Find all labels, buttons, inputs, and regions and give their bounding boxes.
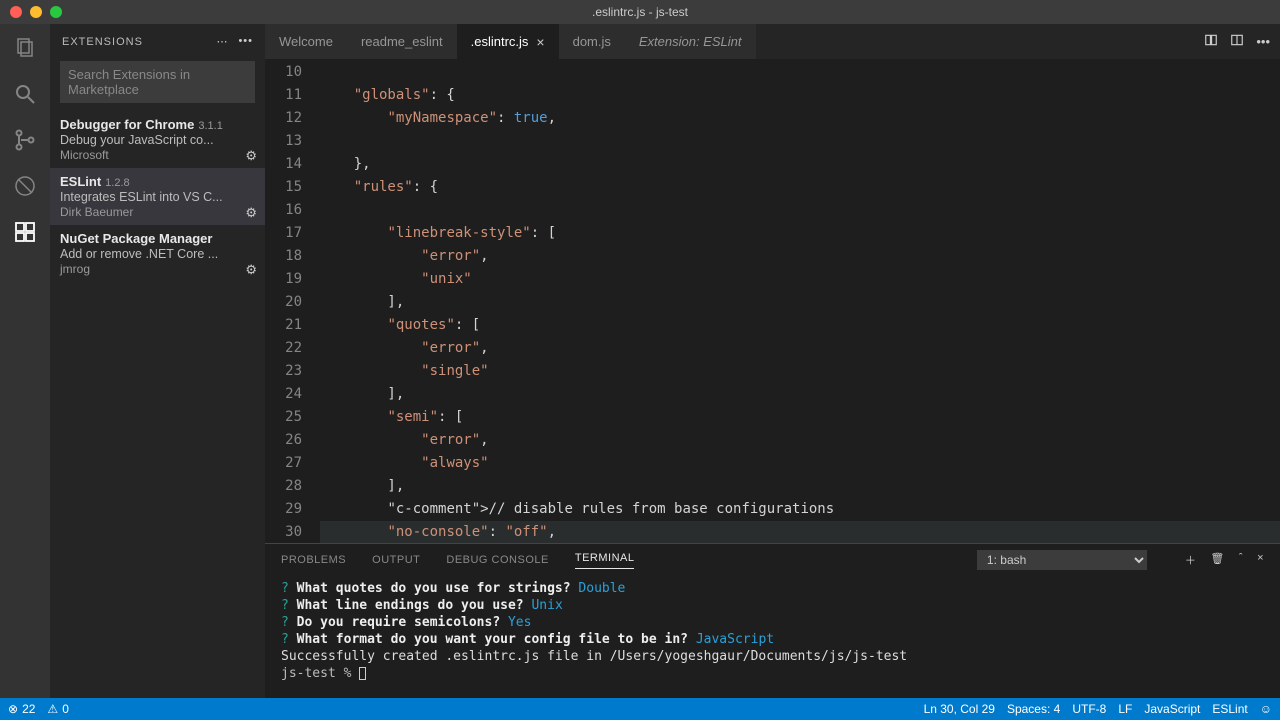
debug-icon[interactable]: [11, 172, 39, 200]
kill-terminal-icon[interactable]: 🗑: [1210, 552, 1224, 568]
tab-extension-eslint[interactable]: Extension: ESLint: [625, 24, 756, 59]
tab-eslintrc[interactable]: .eslintrc.js×: [457, 24, 559, 59]
search-extensions-input[interactable]: Search Extensions in Marketplace: [60, 61, 255, 103]
maximize-panel-icon[interactable]: ˆ: [1239, 552, 1243, 568]
explorer-icon[interactable]: [11, 34, 39, 62]
extension-item-nuget[interactable]: NuGet Package Manager Add or remove .NET…: [50, 225, 265, 282]
panel-tab-problems[interactable]: PROBLEMS: [281, 554, 346, 566]
search-icon[interactable]: [11, 80, 39, 108]
close-icon[interactable]: ×: [536, 34, 544, 50]
extension-item-chrome[interactable]: Debugger for Chrome3.1.1 Debug your Java…: [50, 111, 265, 168]
panel-tab-debug[interactable]: DEBUG CONSOLE: [446, 554, 548, 566]
status-errors[interactable]: ⊗ 22: [8, 702, 35, 716]
terminal-shell-select[interactable]: 1: bash: [977, 550, 1147, 570]
sidebar-extensions: EXTENSIONS ⋯ ••• Search Extensions in Ma…: [50, 24, 265, 698]
status-warnings[interactable]: ⚠ 0: [47, 702, 68, 716]
panel-tab-terminal[interactable]: TERMINAL: [575, 552, 635, 569]
bottom-panel: PROBLEMS OUTPUT DEBUG CONSOLE TERMINAL 1…: [265, 543, 1280, 698]
source-control-icon[interactable]: [11, 126, 39, 154]
feedback-icon[interactable]: ☺: [1260, 702, 1272, 716]
activity-bar: [0, 24, 50, 698]
status-language[interactable]: JavaScript: [1144, 702, 1200, 716]
status-spaces[interactable]: Spaces: 4: [1007, 702, 1060, 716]
line-number-gutter: 1011121314151617181920212223242526272829…: [265, 59, 320, 543]
gear-icon[interactable]: ⚙: [245, 262, 257, 278]
more-icon[interactable]: •••: [238, 35, 253, 48]
split-editor-icon[interactable]: [1230, 33, 1244, 50]
extensions-icon[interactable]: [11, 218, 39, 246]
sidebar-title: EXTENSIONS: [62, 36, 143, 48]
status-ln-col[interactable]: Ln 30, Col 29: [924, 702, 995, 716]
status-encoding[interactable]: UTF-8: [1072, 702, 1106, 716]
window-title: .eslintrc.js - js-test: [0, 5, 1280, 19]
close-panel-icon[interactable]: ×: [1257, 552, 1264, 568]
titlebar: .eslintrc.js - js-test: [0, 0, 1280, 24]
more-actions-icon[interactable]: •••: [1256, 34, 1270, 49]
tab-welcome[interactable]: Welcome: [265, 24, 347, 59]
terminal-content[interactable]: ? What quotes do you use for strings? Do…: [265, 576, 1280, 698]
new-terminal-icon[interactable]: ＋: [1185, 552, 1197, 568]
status-bar: ⊗ 22 ⚠ 0 Ln 30, Col 29 Spaces: 4 UTF-8 L…: [0, 698, 1280, 720]
split-compare-icon[interactable]: [1204, 33, 1218, 50]
status-eol[interactable]: LF: [1118, 702, 1132, 716]
editor-tabs: Welcome readme_eslint .eslintrc.js× dom.…: [265, 24, 1280, 59]
code-editor[interactable]: 1011121314151617181920212223242526272829…: [265, 59, 1280, 543]
tab-dom[interactable]: dom.js: [559, 24, 625, 59]
gear-icon[interactable]: ⚙: [245, 148, 257, 164]
code-content[interactable]: "globals": { "myNamespace": true, }, "ru…: [320, 59, 1280, 543]
filter-icon[interactable]: ⋯: [216, 35, 228, 48]
status-eslint[interactable]: ESLint: [1212, 702, 1247, 716]
extension-item-eslint[interactable]: ESLint1.2.8 Integrates ESLint into VS C.…: [50, 168, 265, 225]
tab-readme[interactable]: readme_eslint: [347, 24, 457, 59]
gear-icon[interactable]: ⚙: [245, 205, 257, 221]
panel-tab-output[interactable]: OUTPUT: [372, 554, 420, 566]
